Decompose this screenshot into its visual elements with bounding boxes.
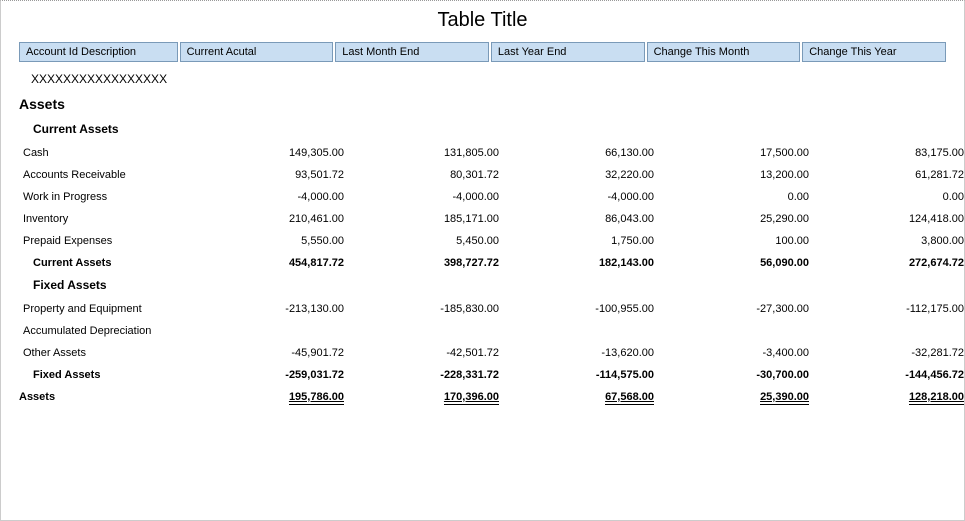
row-label: Accounts Receivable — [19, 164, 193, 186]
cell: 195,786.00 — [193, 386, 348, 408]
group-current-assets: Current Assets — [19, 118, 946, 142]
cell: 56,090.00 — [658, 252, 813, 274]
report-body: XXXXXXXXXXXXXXXXX Assets Current Assets … — [1, 62, 964, 408]
cell: 149,305.00 — [193, 142, 348, 164]
cell — [658, 320, 813, 342]
cell: -185,830.00 — [348, 298, 503, 320]
cell: -228,331.72 — [348, 364, 503, 386]
table-row: Accounts Receivable 93,501.72 80,301.72 … — [19, 164, 965, 186]
row-label: Prepaid Expenses — [19, 230, 193, 252]
cell: -114,575.00 — [503, 364, 658, 386]
table-row: Work in Progress -4,000.00 -4,000.00 -4,… — [19, 186, 965, 208]
cell: 5,450.00 — [348, 230, 503, 252]
cell: 3,800.00 — [813, 230, 965, 252]
cell: 25,290.00 — [658, 208, 813, 230]
cell: 272,674.72 — [813, 252, 965, 274]
cell: 124,418.00 — [813, 208, 965, 230]
cell: -45,901.72 — [193, 342, 348, 364]
cell: 131,805.00 — [348, 142, 503, 164]
cell: -100,955.00 — [503, 298, 658, 320]
cell: 128,218.00 — [813, 386, 965, 408]
group-fixed-assets: Fixed Assets — [19, 274, 946, 298]
col-current: Current Acutal — [180, 42, 334, 62]
cell — [813, 320, 965, 342]
cell: -4,000.00 — [348, 186, 503, 208]
page-title: Table Title — [1, 1, 964, 42]
row-label: Work in Progress — [19, 186, 193, 208]
cell: 93,501.72 — [193, 164, 348, 186]
subtotal-label: Fixed Assets — [19, 364, 193, 386]
row-label: Other Assets — [19, 342, 193, 364]
cell: 454,817.72 — [193, 252, 348, 274]
col-change-year: Change This Year — [802, 42, 946, 62]
cell: 83,175.00 — [813, 142, 965, 164]
cell: 1,750.00 — [503, 230, 658, 252]
cell: -27,300.00 — [658, 298, 813, 320]
table-row: Property and Equipment -213,130.00 -185,… — [19, 298, 965, 320]
cell: -144,456.72 — [813, 364, 965, 386]
cell: 170,396.00 — [348, 386, 503, 408]
row-label: Cash — [19, 142, 193, 164]
cell: 61,281.72 — [813, 164, 965, 186]
cell: -213,130.00 — [193, 298, 348, 320]
cell: 0.00 — [658, 186, 813, 208]
cell: 100.00 — [658, 230, 813, 252]
column-headers: Account Id Description Current Acutal La… — [1, 42, 964, 62]
cell: -30,700.00 — [658, 364, 813, 386]
cell — [503, 320, 658, 342]
cell: 185,171.00 — [348, 208, 503, 230]
table-row: Inventory 210,461.00 185,171.00 86,043.0… — [19, 208, 965, 230]
report-page: Table Title Account Id Description Curre… — [0, 0, 965, 521]
table-fixed-assets: Property and Equipment -213,130.00 -185,… — [19, 298, 965, 386]
cell: 13,200.00 — [658, 164, 813, 186]
cell: 66,130.00 — [503, 142, 658, 164]
subtotal-row: Fixed Assets -259,031.72 -228,331.72 -11… — [19, 364, 965, 386]
row-label: Inventory — [19, 208, 193, 230]
cell: -259,031.72 — [193, 364, 348, 386]
placeholder-row: XXXXXXXXXXXXXXXXX — [19, 70, 946, 92]
cell: 17,500.00 — [658, 142, 813, 164]
row-label: Property and Equipment — [19, 298, 193, 320]
grand-label: Assets — [19, 386, 193, 408]
cell: 5,550.00 — [193, 230, 348, 252]
cell: 86,043.00 — [503, 208, 658, 230]
row-label: Accumulated Depreciation — [19, 320, 193, 342]
section-assets: Assets — [19, 92, 946, 118]
table-grand-total: Assets 195,786.00 170,396.00 67,568.00 2… — [19, 386, 965, 408]
grand-total-row: Assets 195,786.00 170,396.00 67,568.00 2… — [19, 386, 965, 408]
cell — [193, 320, 348, 342]
cell: -4,000.00 — [503, 186, 658, 208]
cell: 32,220.00 — [503, 164, 658, 186]
table-row: Other Assets -45,901.72 -42,501.72 -13,6… — [19, 342, 965, 364]
table-row: Cash 149,305.00 131,805.00 66,130.00 17,… — [19, 142, 965, 164]
subtotal-row: Current Assets 454,817.72 398,727.72 182… — [19, 252, 965, 274]
table-current-assets: Cash 149,305.00 131,805.00 66,130.00 17,… — [19, 142, 965, 274]
cell: 0.00 — [813, 186, 965, 208]
cell: 80,301.72 — [348, 164, 503, 186]
cell: -13,620.00 — [503, 342, 658, 364]
col-last-year: Last Year End — [491, 42, 645, 62]
cell: 182,143.00 — [503, 252, 658, 274]
cell: -3,400.00 — [658, 342, 813, 364]
subtotal-label: Current Assets — [19, 252, 193, 274]
cell: 67,568.00 — [503, 386, 658, 408]
cell: 210,461.00 — [193, 208, 348, 230]
col-change-month: Change This Month — [647, 42, 801, 62]
cell: -4,000.00 — [193, 186, 348, 208]
col-last-month: Last Month End — [335, 42, 489, 62]
cell: -112,175.00 — [813, 298, 965, 320]
cell: -32,281.72 — [813, 342, 965, 364]
cell — [348, 320, 503, 342]
cell: -42,501.72 — [348, 342, 503, 364]
col-account: Account Id Description — [19, 42, 178, 62]
cell: 25,390.00 — [658, 386, 813, 408]
table-row: Accumulated Depreciation — [19, 320, 965, 342]
cell: 398,727.72 — [348, 252, 503, 274]
table-row: Prepaid Expenses 5,550.00 5,450.00 1,750… — [19, 230, 965, 252]
